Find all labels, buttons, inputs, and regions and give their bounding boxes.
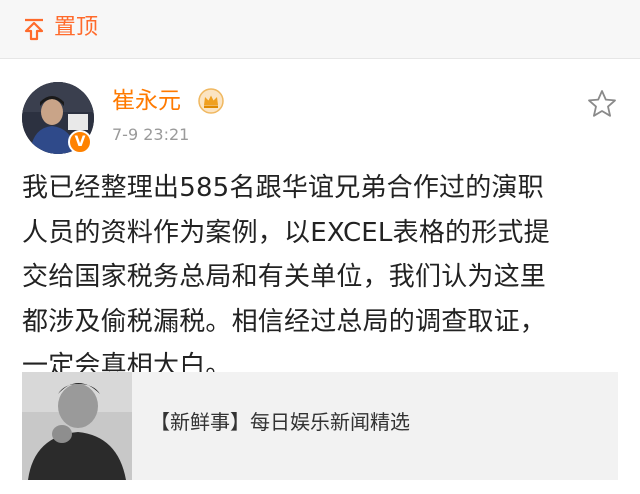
link-card[interactable]: 【新鲜事】每日娱乐新闻精选: [22, 372, 618, 480]
post-text-line: 人员的资料作为案例，以EXCEL表格的形式提: [22, 217, 550, 248]
post-text-line: 我已经整理出585名跟华谊兄弟合作过的演职: [22, 173, 544, 203]
pin-label: 置顶: [54, 15, 99, 40]
card-title: 【新鲜事】每日娱乐新闻精选: [150, 410, 410, 434]
username[interactable]: 崔永元: [112, 86, 181, 116]
card-thumbnail: [22, 372, 132, 480]
pin-top-icon: [24, 18, 44, 41]
crown-membership-icon[interactable]: [198, 88, 224, 114]
post-text: 我已经整理出585名跟华谊兄弟合作过的演职 人员的资料作为案例，以EXCEL表格…: [22, 166, 624, 389]
post-text-line: 交给国家税务总局和有关单位，我们认为这里: [22, 262, 547, 292]
star-icon[interactable]: [586, 88, 618, 120]
pin-bar: 置顶: [0, 0, 640, 59]
timestamp: 7-9 23:21: [112, 125, 190, 144]
post-text-line: 都涉及偷税漏税。相信经过总局的调查取证，: [22, 306, 547, 337]
verified-v-icon: V: [68, 130, 92, 154]
